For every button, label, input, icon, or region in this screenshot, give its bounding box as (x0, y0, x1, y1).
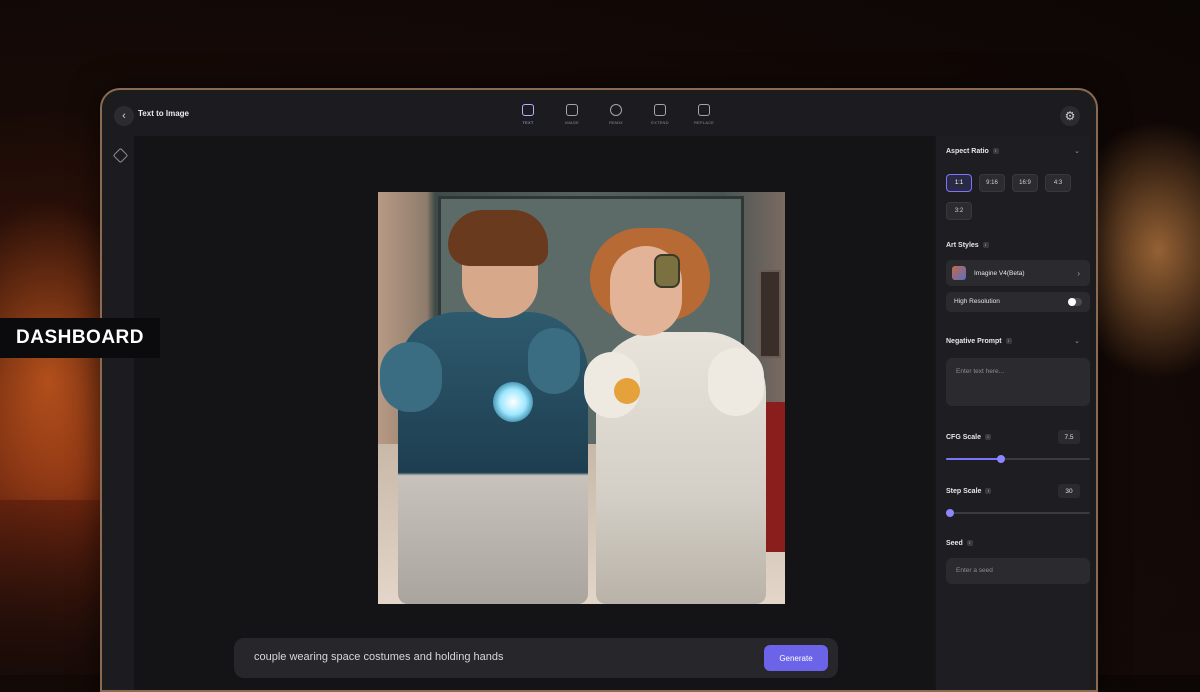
generate-button[interactable]: Generate (764, 645, 828, 671)
high-resolution-label: High Resolution (954, 298, 1000, 305)
extend-icon (654, 104, 666, 116)
dashboard-overlay-label: DASHBOARD (0, 318, 160, 358)
toggle-knob (1068, 298, 1076, 306)
section-label: Seed (946, 540, 963, 547)
step-scale-title: Step Scale i (946, 488, 992, 495)
section-label: Step Scale (946, 488, 982, 495)
ratio-4-3[interactable]: 4:3 (1045, 174, 1071, 192)
section-label: Aspect Ratio (946, 148, 989, 155)
app-window: ‹ Text to Image TEXT IMAGE REMIX EXTEND … (108, 96, 1090, 690)
info-icon: i (985, 434, 992, 441)
tab-label: REMIX (609, 120, 623, 125)
ratio-16-9[interactable]: 16:9 (1012, 174, 1038, 192)
cfg-scale-slider[interactable] (946, 455, 1090, 463)
prompt-input[interactable]: couple wearing space costumes and holdin… (254, 651, 504, 663)
info-icon: i (985, 488, 992, 495)
negative-prompt-placeholder: Enter text here... (956, 368, 1005, 375)
image-man-shoulder (528, 328, 580, 394)
slider-fill (946, 458, 1001, 460)
aspect-ratio-title: Aspect Ratio i (946, 148, 999, 155)
generated-image[interactable] (378, 192, 785, 604)
tab-label: REPLACE (693, 120, 715, 125)
section-label: Art Styles (946, 242, 979, 249)
image-wall-frame (759, 270, 781, 358)
canvas-area: couple wearing space costumes and holdin… (134, 136, 934, 690)
negative-prompt-title: Negative Prompt i (946, 338, 1012, 345)
image-headphone (654, 254, 680, 288)
settings-panel: Aspect Ratio i ⌄ 1:1 9:16 16:9 4:3 3:2 Ar… (936, 136, 1090, 690)
tab-image[interactable]: IMAGE (560, 104, 584, 125)
aspect-ratio-options: 1:1 9:16 16:9 4:3 (946, 174, 1071, 192)
cfg-scale-value[interactable]: 7.5 (1058, 430, 1080, 444)
top-bar: ‹ Text to Image TEXT IMAGE REMIX EXTEND … (108, 96, 1090, 136)
tab-text[interactable]: TEXT (516, 104, 540, 125)
image-man-hair (448, 210, 548, 266)
style-thumbnail (952, 266, 966, 280)
back-button[interactable]: ‹ (114, 106, 134, 126)
tab-label: EXTEND (651, 120, 669, 125)
gear-icon: ⚙ (1064, 109, 1076, 123)
slider-thumb[interactable] (997, 455, 1005, 463)
left-rail (108, 136, 134, 690)
art-style-selector[interactable]: Imagine V4(Beta) › (946, 260, 1090, 286)
info-icon: i (982, 242, 989, 249)
settings-button[interactable]: ⚙ (1060, 106, 1080, 126)
tool-tabs: TEXT IMAGE REMIX EXTEND REPLACE (516, 104, 716, 125)
tab-label: IMAGE (565, 120, 579, 125)
chevron-left-icon: ‹ (122, 110, 126, 122)
text-icon (522, 104, 534, 116)
slider-thumb[interactable] (946, 509, 954, 517)
step-scale-value[interactable]: 30 (1058, 484, 1080, 498)
ratio-1-1[interactable]: 1:1 (946, 174, 972, 192)
high-resolution-row: High Resolution (946, 292, 1090, 312)
image-man-shoulder (380, 342, 442, 412)
tab-extend[interactable]: EXTEND (648, 104, 672, 125)
prompt-bar[interactable]: couple wearing space costumes and holdin… (234, 638, 838, 678)
remix-icon (610, 104, 622, 116)
high-resolution-toggle[interactable] (1068, 298, 1082, 306)
chevron-down-icon[interactable]: ⌄ (1074, 337, 1080, 345)
negative-prompt-field[interactable]: Enter text here... (946, 358, 1090, 406)
image-emblem (614, 378, 640, 404)
cfg-scale-title: CFG Scale i (946, 434, 992, 441)
layers-icon[interactable] (112, 147, 129, 164)
tab-remix[interactable]: REMIX (604, 104, 628, 125)
laptop-frame: ‹ Text to Image TEXT IMAGE REMIX EXTEND … (100, 88, 1098, 692)
image-woman-shoulder (708, 348, 764, 416)
art-styles-title: Art Styles i (946, 242, 989, 249)
image-chest-light (493, 382, 533, 422)
style-name: Imagine V4(Beta) (974, 269, 1025, 277)
seed-placeholder: Enter a seed (956, 567, 993, 574)
info-icon: i (966, 540, 973, 547)
replace-icon (698, 104, 710, 116)
chevron-right-icon: › (1077, 268, 1080, 278)
page-title: Text to Image (138, 109, 189, 118)
ratio-9-16[interactable]: 9:16 (979, 174, 1005, 192)
step-scale-slider[interactable] (946, 509, 1090, 517)
info-icon: i (1005, 338, 1012, 345)
aspect-ratio-options-row2: 3:2 (946, 202, 972, 220)
image-icon (566, 104, 578, 116)
ratio-3-2[interactable]: 3:2 (946, 202, 972, 220)
tab-label: TEXT (522, 120, 534, 125)
info-icon: i (992, 148, 999, 155)
seed-input[interactable]: Enter a seed (946, 558, 1090, 584)
tab-replace[interactable]: REPLACE (692, 104, 716, 125)
section-label: Negative Prompt (946, 338, 1002, 345)
section-label: CFG Scale (946, 434, 982, 441)
chevron-down-icon[interactable]: ⌄ (1074, 147, 1080, 155)
seed-title: Seed i (946, 540, 973, 547)
